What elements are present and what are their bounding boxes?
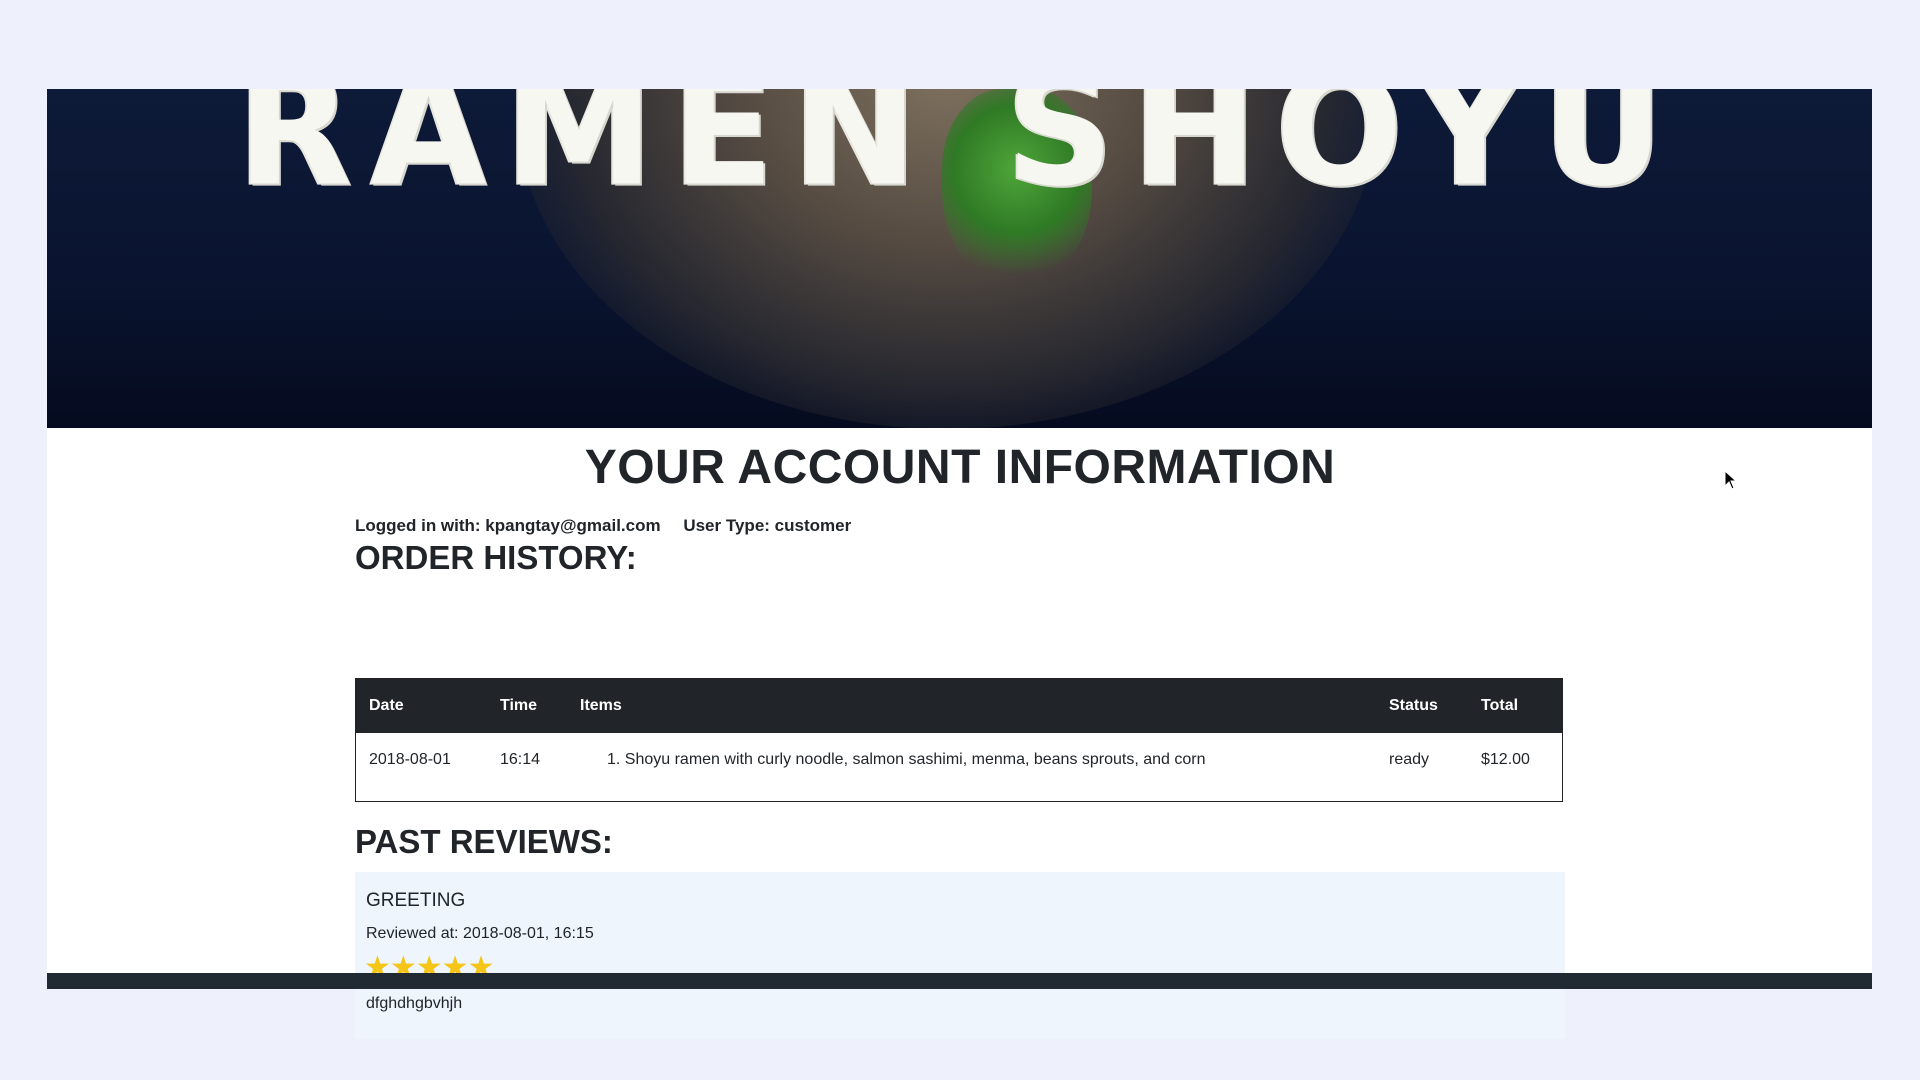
- column-header-date: Date: [369, 697, 404, 714]
- order-time: 16:14: [500, 751, 541, 768]
- review-card: GREETING Reviewed at: 2018-08-01, 16:15 …: [355, 872, 1565, 1039]
- table-header-row: Date Time Items Status Total: [356, 679, 1562, 733]
- column-header-time: Time: [500, 697, 538, 714]
- order-history-table: Date Time Items Status Total 2018-08-01 …: [355, 678, 1563, 802]
- order-items: 1. Shoyu ramen with curly noodle, salmon…: [607, 751, 1206, 768]
- review-text: dfghdhgbvhjh: [366, 995, 463, 1012]
- footer-bar: [47, 973, 1872, 989]
- brand-logo-text: RAMEN SHOYU: [236, 89, 1683, 222]
- column-header-items: Items: [580, 697, 622, 714]
- account-meta: Logged in with: kpangtay@gmail.com User …: [355, 516, 869, 536]
- page-title: YOUR ACCOUNT INFORMATION: [584, 441, 1336, 494]
- hero-banner: RAMEN SHOYU: [47, 89, 1872, 428]
- review-timestamp: Reviewed at: 2018-08-01, 16:15: [366, 925, 594, 942]
- column-header-total: Total: [1481, 697, 1519, 714]
- order-total: $12.00: [1481, 751, 1530, 768]
- user-type: User Type: customer: [683, 516, 852, 535]
- column-header-status: Status: [1389, 697, 1438, 714]
- logged-in-email: Logged in with: kpangtay@gmail.com: [355, 516, 661, 535]
- app-window: RAMEN SHOYU YOUR ACCOUNT INFORMATION Log…: [47, 89, 1872, 1039]
- order-date: 2018-08-01: [369, 751, 451, 768]
- table-row: 2018-08-01 16:14 1. Shoyu ramen with cur…: [356, 733, 1562, 787]
- mouse-cursor-icon: [1724, 470, 1738, 490]
- past-reviews-heading: PAST REVIEWS:: [355, 823, 613, 860]
- order-status: ready: [1389, 751, 1430, 768]
- review-title: GREETING: [366, 890, 466, 911]
- order-history-heading: ORDER HISTORY:: [355, 539, 637, 576]
